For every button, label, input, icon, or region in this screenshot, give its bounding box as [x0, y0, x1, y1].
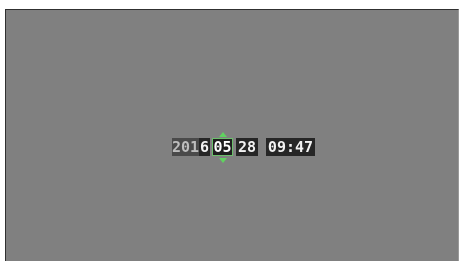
time-field[interactable]: 09:47: [266, 138, 315, 156]
year-last-digit[interactable]: 6: [199, 138, 210, 156]
increment-up-icon[interactable]: [219, 132, 227, 137]
year-prefix[interactable]: 201: [172, 138, 199, 156]
decrement-down-icon[interactable]: [219, 158, 227, 163]
device-screen: 201 6 05 28 09:47: [5, 9, 459, 261]
day-field[interactable]: 28: [236, 138, 258, 156]
month-field[interactable]: 05: [212, 138, 233, 156]
